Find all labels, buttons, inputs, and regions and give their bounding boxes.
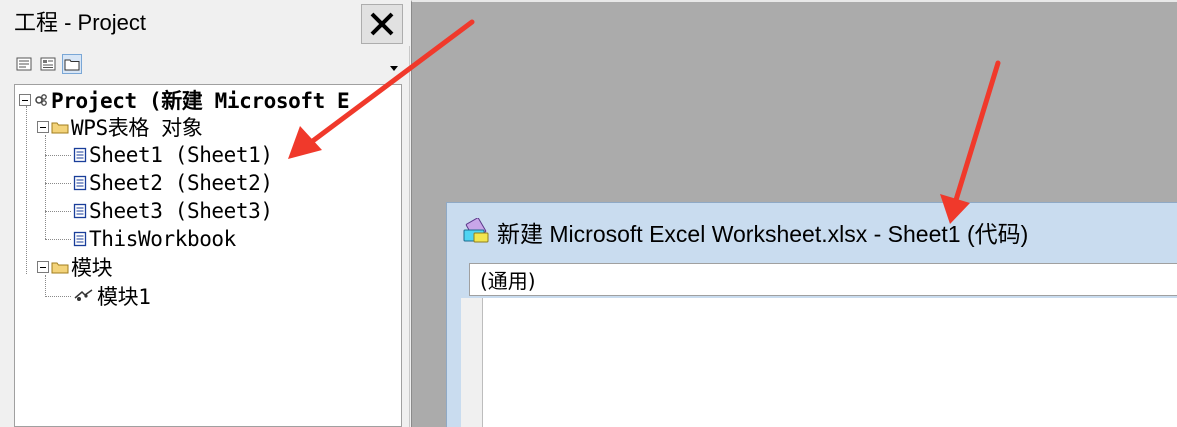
worksheet-icon	[73, 203, 87, 219]
code-window-icon	[463, 218, 489, 243]
toolbar-dropdown-icon[interactable]	[388, 63, 400, 73]
code-editor[interactable]	[483, 298, 1177, 427]
project-toolbar	[14, 52, 82, 76]
close-icon	[370, 12, 394, 36]
close-button[interactable]	[361, 4, 403, 44]
collapse-icon[interactable]	[37, 261, 49, 273]
toggle-folders-button[interactable]	[62, 54, 82, 74]
tree-item-label: WPS表格 对象	[71, 116, 203, 140]
vba-project-icon	[35, 94, 47, 106]
code-margin-bar[interactable]	[461, 298, 483, 427]
object-combo-box[interactable]: (通用)	[469, 263, 1177, 296]
worksheet-icon	[73, 175, 87, 191]
folder-icon	[51, 122, 69, 134]
toggle-folders-icon	[64, 59, 80, 71]
tree-item-label: Sheet2 (Sheet2)	[89, 171, 273, 195]
object-combo-value: (通用)	[480, 269, 536, 293]
project-explorer-pane: 工程 - Project Project (新建 Microsoft E WPS…	[0, 0, 410, 427]
tree-guide-line	[45, 155, 71, 156]
code-window: 新建 Microsoft Excel Worksheet.xlsx - Shee…	[446, 202, 1177, 427]
tree-item-label: ThisWorkbook	[89, 227, 236, 251]
tree-item-label: 模块	[71, 256, 113, 280]
tree-item-sheet2[interactable]: Sheet2 (Sheet2)	[73, 169, 273, 197]
tree-guide-line	[45, 239, 71, 240]
code-window-titlebar[interactable]: 新建 Microsoft Excel Worksheet.xlsx - Shee…	[447, 203, 1177, 261]
tree-guide-line	[45, 183, 71, 184]
tree-guide-line	[45, 135, 46, 239]
project-tree[interactable]: Project (新建 Microsoft E WPS表格 对象 Sheet1 …	[14, 84, 402, 427]
view-code-button[interactable]	[14, 54, 34, 74]
tree-item-sheet1[interactable]: Sheet1 (Sheet1)	[73, 141, 273, 169]
tree-item-thisworkbook[interactable]: ThisWorkbook	[73, 225, 236, 253]
tree-item-label: Sheet1 (Sheet1)	[89, 143, 273, 167]
collapse-icon[interactable]	[19, 94, 31, 106]
workbook-icon	[73, 231, 87, 247]
view-object-icon	[40, 57, 56, 71]
tree-guide-line	[26, 106, 27, 274]
view-object-button[interactable]	[38, 54, 58, 74]
tree-item-project-root[interactable]: Project (新建 Microsoft E	[19, 86, 350, 114]
tree-item-modules-folder[interactable]: 模块	[37, 253, 113, 281]
view-code-icon	[16, 57, 32, 71]
code-window-title: 新建 Microsoft Excel Worksheet.xlsx - Shee…	[497, 221, 1029, 247]
worksheet-icon	[73, 147, 87, 163]
tree-item-module1[interactable]: 模块1	[73, 282, 151, 310]
module-icon	[74, 289, 93, 301]
tree-item-objects-folder[interactable]: WPS表格 对象	[37, 113, 203, 141]
tree-item-label: Project (新建 Microsoft E	[51, 89, 350, 113]
tree-item-label: Sheet3 (Sheet3)	[89, 199, 273, 223]
tree-item-label: 模块1	[97, 285, 151, 309]
tree-item-sheet3[interactable]: Sheet3 (Sheet3)	[73, 197, 273, 225]
collapse-icon[interactable]	[37, 121, 49, 133]
tree-guide-line	[45, 296, 71, 297]
tree-guide-line	[45, 211, 71, 212]
folder-icon	[51, 262, 69, 274]
project-title: 工程 - Project	[14, 10, 147, 35]
project-titlebar[interactable]: 工程 - Project	[0, 0, 410, 46]
